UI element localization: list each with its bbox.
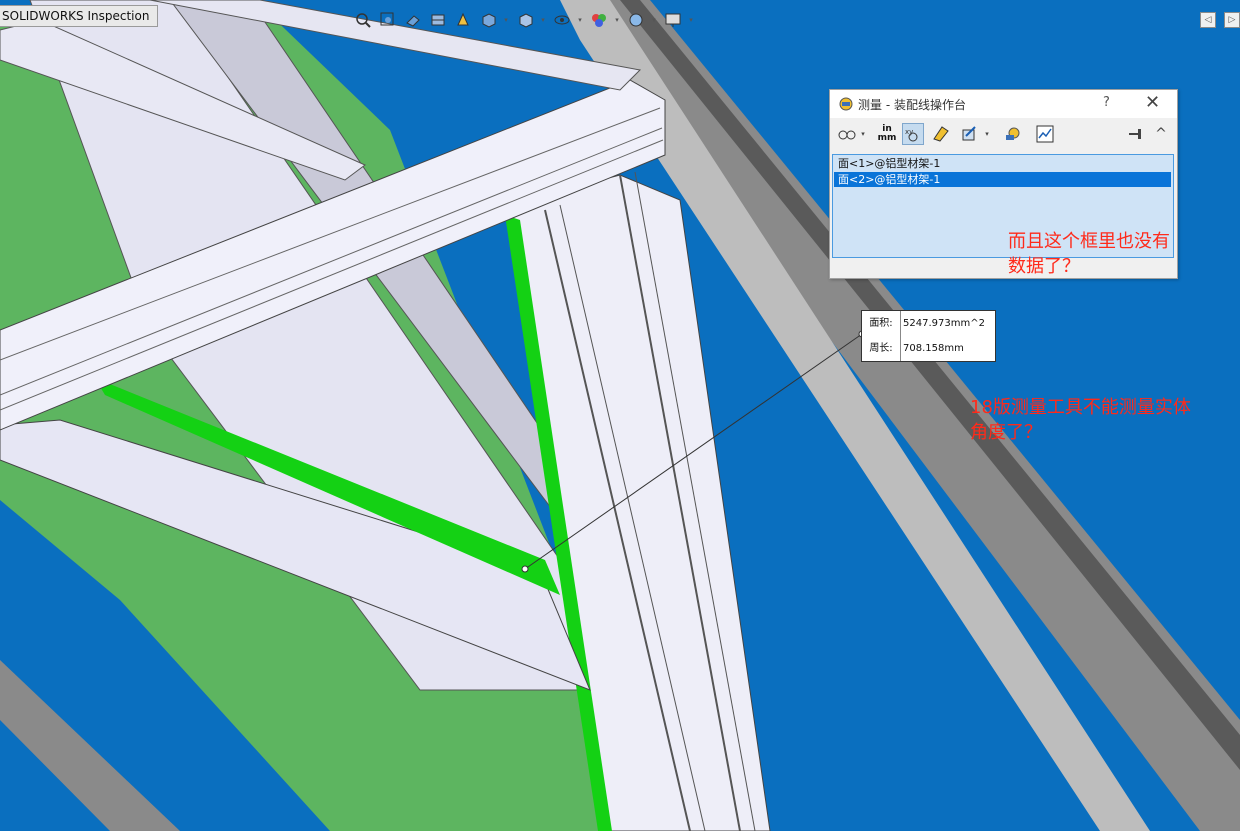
projection-icon[interactable] <box>958 123 980 145</box>
create-sensor-icon[interactable] <box>1034 123 1056 145</box>
annotation-note-2: 18版测量工具不能测量实体 角度了？ <box>970 395 1191 445</box>
hide-show-icon[interactable] <box>551 9 572 31</box>
heads-up-view-toolbar: ▾ ▾ ▾ ▾ ▾ ▾ <box>352 8 695 32</box>
selection-item-face-1[interactable]: 面<1>@铝型材架-1 <box>834 156 1171 171</box>
area-label: 面积: <box>862 311 901 336</box>
annotation-note-1: 而且这个框里也没有 数据了？ <box>1008 229 1170 279</box>
annotation-line: 18版测量工具不能测量实体 <box>970 397 1191 418</box>
measure-toolbar: ▾ in mm xy ▾ ^ <box>830 120 1177 148</box>
callout-anchor-point <box>521 565 529 573</box>
chevron-down-icon[interactable]: ▾ <box>650 16 658 24</box>
collapse-icon[interactable]: ^ <box>1150 123 1172 145</box>
section-view-icon[interactable] <box>427 9 448 31</box>
zoom-to-area-icon[interactable] <box>377 9 398 31</box>
units-precision-button[interactable]: in mm <box>876 123 898 145</box>
perimeter-label: 周长: <box>862 336 901 361</box>
inspection-tab[interactable]: SOLIDWORKS Inspection <box>0 5 159 27</box>
units-mm-label: mm <box>877 133 897 143</box>
previous-view-icon[interactable] <box>402 9 423 31</box>
close-button[interactable]: ✕ <box>1145 92 1160 113</box>
dynamic-annotation-icon[interactable] <box>452 9 473 31</box>
zoom-to-fit-icon[interactable] <box>352 9 373 31</box>
view-orientation-icon[interactable] <box>477 9 498 31</box>
measure-dialog-titlebar[interactable]: 测量 - 装配线操作台 ? ✕ <box>830 90 1177 118</box>
show-xyz-icon[interactable]: xy <box>902 123 924 145</box>
annotation-line: 而且这个框里也没有 <box>1008 231 1170 252</box>
chevron-down-icon[interactable]: ▾ <box>858 123 868 145</box>
measure-dialog-title: 测量 - 装配线操作台 <box>858 98 966 112</box>
chevron-down-icon[interactable]: ▾ <box>613 16 621 24</box>
annotation-line: 角度了？ <box>970 422 1042 443</box>
edit-appearance-icon[interactable] <box>588 9 609 31</box>
apply-scene-icon[interactable] <box>625 9 646 31</box>
arc-circle-measure-icon[interactable] <box>836 123 858 145</box>
area-value: 5247.973mm^2 <box>903 318 985 329</box>
perimeter-value: 708.158mm <box>903 343 964 354</box>
chevron-down-icon[interactable]: ▾ <box>576 16 584 24</box>
expand-icon[interactable]: ▷ <box>1224 12 1240 28</box>
restore-icon[interactable]: ◁ <box>1200 12 1216 28</box>
chevron-down-icon[interactable]: ▾ <box>502 16 510 24</box>
selection-item-face-2[interactable]: 面<2>@铝型材架-1 <box>834 172 1171 187</box>
left-frame-rail <box>0 660 180 831</box>
measurement-callout[interactable]: 面积: 5247.973mm^2 周长: 708.158mm <box>861 310 996 362</box>
annotation-line: 数据了？ <box>1008 256 1080 277</box>
view-settings-icon[interactable] <box>662 9 683 31</box>
measure-history-icon[interactable] <box>1002 123 1024 145</box>
pin-icon[interactable] <box>1125 123 1147 145</box>
measure-tool-icon <box>839 97 853 111</box>
chevron-down-icon[interactable]: ▾ <box>687 16 695 24</box>
chevron-down-icon[interactable]: ▾ <box>982 123 992 145</box>
chevron-down-icon[interactable]: ▾ <box>539 16 547 24</box>
point-to-point-icon[interactable] <box>930 123 952 145</box>
help-button[interactable]: ? <box>1103 95 1110 110</box>
display-style-icon[interactable] <box>514 9 535 31</box>
